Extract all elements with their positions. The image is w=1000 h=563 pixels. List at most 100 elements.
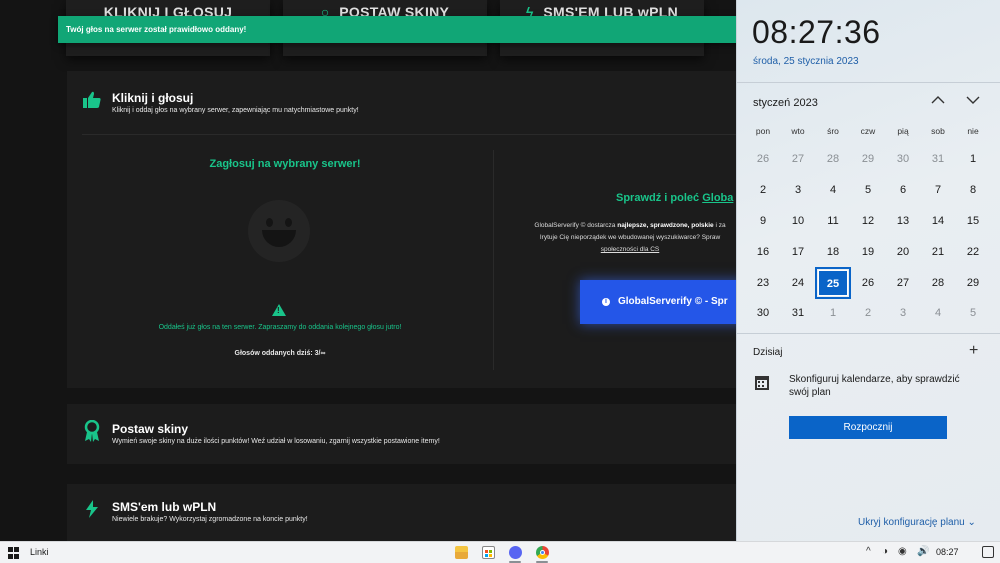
calendar-day[interactable]: 27 <box>783 146 813 172</box>
calendar-day[interactable]: 1 <box>818 300 848 326</box>
check-text-link[interactable]: społeczności dla CS <box>601 246 660 253</box>
vote-message: Oddałeś już głos na ten serwer. Zaprasza… <box>158 324 402 331</box>
calendar-day[interactable]: 30 <box>748 300 778 326</box>
calendar-day[interactable]: 3 <box>888 300 918 326</box>
month-label[interactable]: styczeń 2023 <box>753 97 818 109</box>
calendar-day[interactable]: 23 <box>748 270 778 296</box>
check-heading: Sprawdź i poleć Globa <box>616 192 733 204</box>
check-text-part: Irytuje Cię nieporządek we wbudowanej wy… <box>539 234 721 241</box>
calendar-day[interactable]: 18 <box>818 239 848 265</box>
start-button[interactable]: Rozpocznij <box>789 416 947 439</box>
vote-heading: Zagłosuj na wybrany serwer! <box>209 158 361 170</box>
calendar-icon <box>755 376 769 390</box>
check-text-part: GlobalServerify © dostarcza <box>534 222 616 229</box>
discord-icon[interactable] <box>509 546 522 559</box>
discord-tray-icon[interactable]: ◑ <box>882 546 888 557</box>
notification-icon[interactable] <box>982 546 994 558</box>
calendar-day[interactable]: 5 <box>958 300 988 326</box>
calendar-day[interactable]: 2 <box>853 300 883 326</box>
calendar-day[interactable]: 15 <box>958 208 988 234</box>
skins-panel-title: Postaw skiny <box>112 422 189 436</box>
check-heading-link[interactable]: Globa <box>702 192 733 204</box>
microsoft-store-icon[interactable] <box>482 546 495 559</box>
hide-plan-link[interactable]: Ukryj konfigurację planu ⌄ <box>858 517 976 528</box>
thumbs-up-icon <box>82 90 102 115</box>
calendar-day[interactable]: 24 <box>783 270 813 296</box>
calendar-day[interactable]: 12 <box>853 208 883 234</box>
calendar-day[interactable]: 5 <box>853 177 883 203</box>
hide-plan-label: Ukryj konfigurację planu <box>858 517 965 528</box>
calendar-day[interactable]: 26 <box>748 146 778 172</box>
skins-panel-subtitle: Wymień swoje skiny na duże ilości punktó… <box>112 438 440 445</box>
today-section-label: Dzisiaj <box>753 347 783 358</box>
weekday-header: czw <box>860 126 876 136</box>
globalserverify-button-label: GlobalServerify © - Spr <box>618 296 728 307</box>
calendar-day[interactable]: 2 <box>748 177 778 203</box>
calendar-day[interactable]: 21 <box>923 239 953 265</box>
success-toast[interactable]: Twój głos na serwer został prawidłowo od… <box>58 16 748 43</box>
steam-tray-icon[interactable]: ◉ <box>898 546 907 557</box>
calendar-day[interactable]: 22 <box>958 239 988 265</box>
divider <box>737 82 1000 83</box>
calendar-day[interactable]: 4 <box>818 177 848 203</box>
weekday-header: śro <box>827 126 839 136</box>
info-icon: i <box>602 298 610 306</box>
add-event-icon[interactable]: + <box>969 342 978 360</box>
chevron-up-icon[interactable] <box>931 93 945 108</box>
sms-panel[interactable] <box>67 484 747 544</box>
calendar-day[interactable]: 30 <box>888 146 918 172</box>
calendar-day-today[interactable]: 25 <box>815 267 851 299</box>
calendar-day[interactable]: 19 <box>853 239 883 265</box>
windows-start-icon[interactable] <box>8 547 20 559</box>
calendar-day[interactable]: 31 <box>783 300 813 326</box>
calendar-day[interactable]: 14 <box>923 208 953 234</box>
smiley-icon <box>248 200 310 262</box>
calendar-day[interactable]: 28 <box>818 146 848 172</box>
calendar-day[interactable]: 26 <box>853 270 883 296</box>
calendar-day[interactable]: 7 <box>923 177 953 203</box>
chrome-icon[interactable] <box>536 546 549 559</box>
weekday-header: nie <box>967 126 979 136</box>
links-toolbar-label[interactable]: Linki <box>30 547 49 557</box>
calendar-day[interactable]: 27 <box>888 270 918 296</box>
chevron-down-icon: ⌄ <box>967 517 976 528</box>
calendar-day[interactable]: 3 <box>783 177 813 203</box>
check-text-part: i za <box>715 222 726 229</box>
calendar-day[interactable]: 4 <box>923 300 953 326</box>
divider <box>493 150 494 370</box>
calendar-day[interactable]: 17 <box>783 239 813 265</box>
calendar-day[interactable]: 13 <box>888 208 918 234</box>
weekday-header: wto <box>791 126 805 136</box>
vote-count: Głosów oddanych dziś: 3/∞ <box>180 350 380 357</box>
globalserverify-button[interactable]: i GlobalServerify © - Spr <box>580 280 747 324</box>
file-explorer-icon[interactable] <box>455 546 468 559</box>
vote-panel-subtitle: Kliknij i oddaj głos na wybrany serwer, … <box>112 107 359 114</box>
tray-clock[interactable]: 08:27 <box>936 547 959 557</box>
check-text-bold: najlepsze, sprawdzone, polskie <box>617 222 714 229</box>
speaker-icon[interactable]: 🔊 <box>917 546 929 557</box>
calendar-day[interactable]: 31 <box>923 146 953 172</box>
date-long[interactable]: środa, 25 stycznia 2023 <box>753 56 859 67</box>
chevron-up-icon[interactable]: ^ <box>866 546 871 557</box>
taskbar: Linki ^ ◑ ◉ 🔊 08:27 <box>0 541 1000 563</box>
sms-panel-title: SMS'em lub wPLN <box>112 500 217 514</box>
sms-panel-subtitle: Niewiele brakuje? Wykorzystaj zgromadzon… <box>112 516 308 523</box>
chevron-down-icon[interactable] <box>966 93 980 108</box>
calendar-day[interactable]: 20 <box>888 239 918 265</box>
check-heading-text: Sprawdź i poleć <box>616 192 700 204</box>
calendar-day[interactable]: 10 <box>783 208 813 234</box>
weekday-header: pią <box>897 126 909 136</box>
configure-text: Skonfiguruj kalendarze, aby sprawdzić sw… <box>789 374 960 398</box>
calendar-day[interactable]: 29 <box>853 146 883 172</box>
calendar-day[interactable]: 28 <box>923 270 953 296</box>
calendar-day[interactable]: 1 <box>958 146 988 172</box>
vote-panel-title: Kliknij i głosuj <box>112 91 194 105</box>
calendar-day[interactable]: 11 <box>818 208 848 234</box>
calendar-day[interactable]: 29 <box>958 270 988 296</box>
calendar-day[interactable]: 9 <box>748 208 778 234</box>
calendar-day[interactable]: 16 <box>748 239 778 265</box>
weekday-header: pon <box>755 126 771 136</box>
calendar-day[interactable]: 6 <box>888 177 918 203</box>
weekday-header: sob <box>931 126 945 136</box>
calendar-day[interactable]: 8 <box>958 177 988 203</box>
